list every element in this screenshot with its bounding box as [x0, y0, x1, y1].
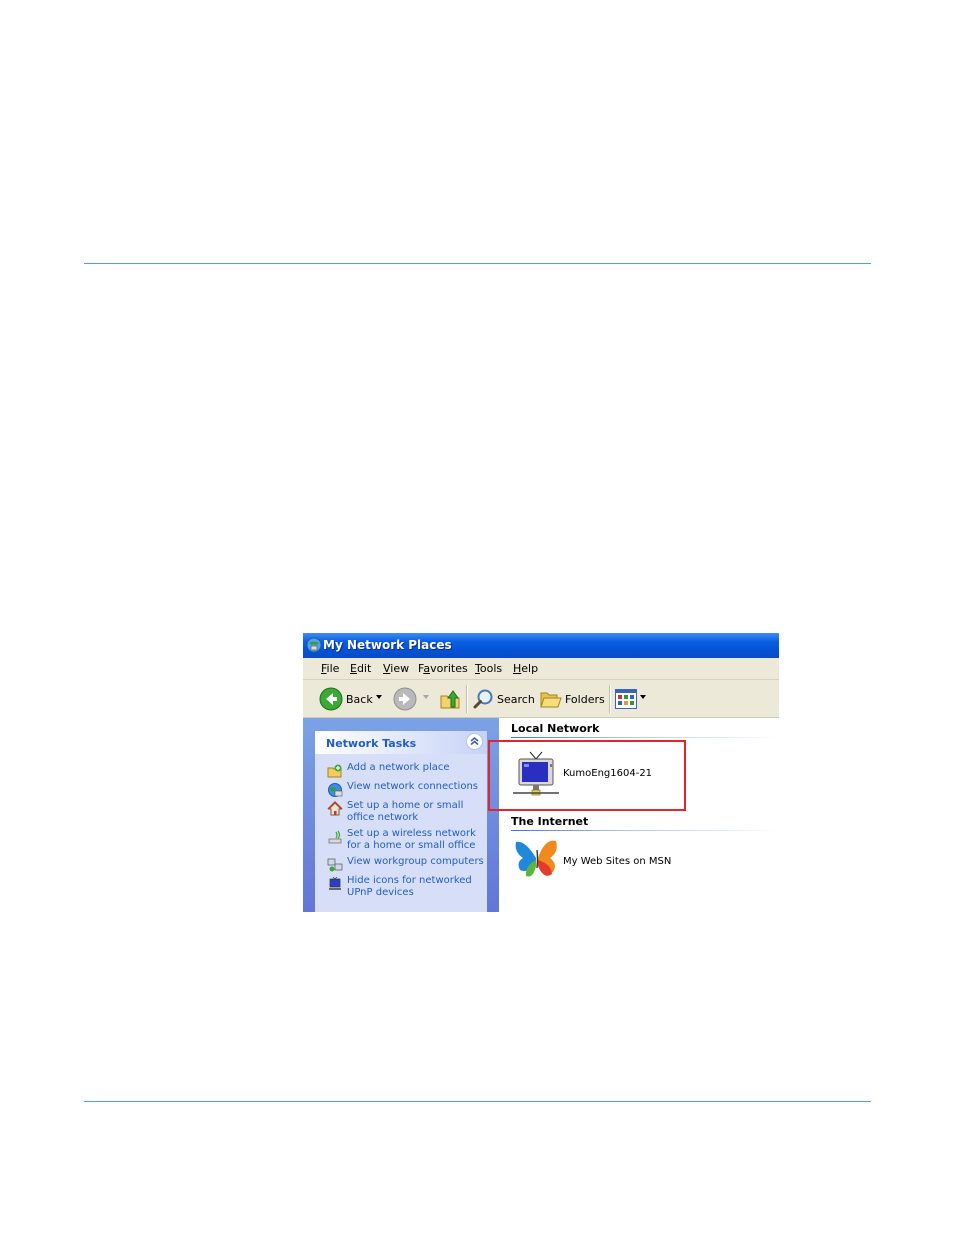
task-add-network-place[interactable]: Add a network place [327, 762, 487, 779]
menu-bar: File Edit View Favorites Tools Help [303, 658, 779, 680]
back-dropdown-icon[interactable] [376, 695, 382, 699]
task-pane: Network Tasks Add a network place View n… [303, 718, 499, 912]
network-tasks-title: Network Tasks [326, 737, 417, 750]
collapse-chevron-icon[interactable] [466, 733, 483, 750]
menu-help[interactable]: Help [513, 662, 538, 675]
views-dropdown-icon[interactable] [640, 695, 646, 699]
menu-favorites[interactable]: Favorites [418, 662, 468, 675]
task-view-workgroup-computers[interactable]: View workgroup computers [327, 856, 487, 873]
search-icon[interactable] [473, 688, 495, 710]
group-header-the-internet: The Internet [511, 815, 589, 828]
back-button[interactable]: Back [346, 693, 373, 706]
menu-file[interactable]: File [321, 662, 339, 675]
forward-arrow-icon[interactable] [393, 687, 417, 711]
network-tasks-panel: Network Tasks Add a network place View n… [315, 731, 487, 912]
page-header-rule [84, 263, 871, 264]
task-setup-wireless-network[interactable]: Set up a wireless network for a home or … [327, 828, 487, 854]
content-area: Network Tasks Add a network place View n… [303, 718, 779, 912]
views-icon[interactable] [615, 689, 637, 709]
network-connections-icon [327, 782, 343, 798]
up-folder-icon[interactable] [438, 687, 462, 711]
toolbar: Back Search Folders [303, 680, 779, 718]
page-footer-rule [84, 1101, 871, 1102]
msn-web-sites-label: My Web Sites on MSN [563, 856, 672, 867]
home-network-icon [327, 801, 343, 817]
folders-icon[interactable] [540, 689, 562, 709]
menu-view[interactable]: View [383, 662, 409, 675]
back-arrow-icon[interactable] [319, 687, 343, 711]
toolbar-separator [466, 685, 468, 713]
network-device-icon [513, 750, 559, 798]
task-hide-upnp-icons[interactable]: Hide icons for networked UPnP devices [327, 875, 487, 901]
group-divider [511, 830, 779, 831]
toolbar-separator [609, 685, 611, 713]
add-network-place-icon [327, 763, 343, 779]
search-button[interactable]: Search [497, 693, 535, 706]
msn-butterfly-icon [513, 836, 561, 882]
task-setup-home-network[interactable]: Set up a home or small office network [327, 800, 487, 826]
folders-button[interactable]: Folders [565, 693, 605, 706]
network-device-label: KumoEng1604-21 [563, 768, 653, 779]
msn-web-sites-item[interactable]: My Web Sites on MSN [513, 836, 683, 884]
network-places-icon [306, 637, 322, 653]
upnp-device-icon [327, 876, 343, 892]
explorer-window: My Network Places File Edit View Favorit… [303, 633, 779, 912]
title-bar[interactable]: My Network Places [303, 633, 779, 658]
workgroup-icon [327, 857, 343, 873]
wireless-network-icon [327, 829, 343, 845]
group-divider [511, 737, 779, 738]
menu-edit[interactable]: Edit [350, 662, 371, 675]
menu-tools[interactable]: Tools [475, 662, 502, 675]
window-title: My Network Places [323, 638, 452, 652]
group-header-local-network: Local Network [511, 722, 600, 735]
network-tasks-header[interactable]: Network Tasks [315, 731, 487, 754]
task-view-network-connections[interactable]: View network connections [327, 781, 487, 798]
network-device-item[interactable]: KumoEng1604-21 [513, 750, 663, 800]
forward-dropdown-icon[interactable] [423, 695, 429, 699]
